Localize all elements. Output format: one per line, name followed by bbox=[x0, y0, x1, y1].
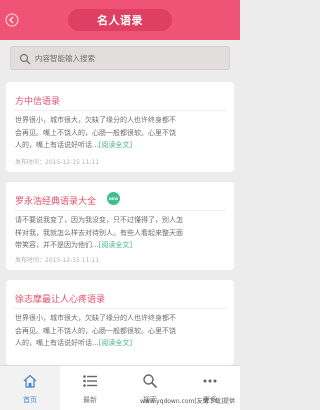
back-arrow-icon[interactable] bbox=[5, 13, 19, 27]
quote-card[interactable]: 方中信语录 世界很小，城市很大，欠缺了缘分的人也许终身都不 会再见。嘴上不饶人的… bbox=[6, 82, 234, 172]
app-header: 名人语录 bbox=[0, 0, 240, 40]
tab-label: 最新 bbox=[83, 396, 97, 404]
more-icon bbox=[203, 379, 217, 383]
watermark: www.yqdown.com[友情下载]提供 bbox=[140, 398, 236, 405]
tab-label: 首页 bbox=[23, 396, 37, 404]
card-title[interactable]: 方中信语录 bbox=[15, 94, 60, 107]
excerpt-line: 人的，嘴上有话说好听话... bbox=[15, 141, 99, 149]
publish-date: 发布时间：2015-12-15 11:11 bbox=[15, 159, 100, 166]
list-icon bbox=[83, 375, 97, 387]
card-excerpt: 世界很小，城市很大，欠缺了缘分的人也许终身都不 会再见。嘴上不饶人的，心肠一般都… bbox=[15, 312, 227, 350]
divider bbox=[14, 210, 226, 211]
publish-date: 发布时间：2015-12-15 11:11 bbox=[15, 257, 100, 264]
divider bbox=[14, 308, 226, 309]
excerpt-line: 带笑容，并不是因为他们... bbox=[15, 241, 99, 249]
card-excerpt: 世界很小，城市很大，欠缺了缘分的人也许终身都不 会再见。嘴上不饶人的，心肠一般都… bbox=[15, 114, 227, 152]
quote-card[interactable]: 罗永浩经典语录大全 NEW 请不要说我变了，因为我没变，只不过懂得了，别人怎 样… bbox=[6, 182, 234, 270]
excerpt-line: 请不要说我变了，因为我没变，只不过懂得了，别人怎 bbox=[15, 216, 183, 224]
search-icon bbox=[143, 374, 158, 389]
search-icon bbox=[19, 53, 31, 65]
excerpt-line: 会再见。嘴上不饶人的，心肠一般都很软。心里不饶 bbox=[15, 326, 176, 335]
read-more-link[interactable]: [阅读全文] bbox=[99, 141, 132, 149]
excerpt-line: 会再见。嘴上不饶人的，心肠一般都很软。心里不饶 bbox=[15, 128, 176, 137]
search-bar[interactable] bbox=[10, 46, 230, 70]
card-title[interactable]: 罗永浩经典语录大全 bbox=[15, 194, 96, 207]
card-title[interactable]: 徐志摩最让人心疼语录 bbox=[15, 292, 105, 305]
new-badge: NEW bbox=[107, 192, 120, 205]
page-title: 名人语录 bbox=[68, 9, 172, 31]
excerpt-line: 世界很小，城市很大，欠缺了缘分的人也许终身都不 bbox=[15, 116, 176, 124]
card-excerpt: 请不要说我变了，因为我没变，只不过懂得了，别人怎 样对我，我就怎么样去对待别人。… bbox=[15, 214, 227, 252]
read-more-link[interactable]: [阅读全文] bbox=[99, 339, 132, 347]
quote-card[interactable]: 徐志摩最让人心疼语录 世界很小，城市很大，欠缺了缘分的人也许终身都不 会再见。嘴… bbox=[6, 280, 234, 365]
search-input[interactable] bbox=[35, 49, 225, 67]
read-more-link[interactable]: [阅读全文] bbox=[99, 241, 132, 249]
excerpt-line: 人的，嘴上有话说好听话... bbox=[15, 339, 99, 347]
tab-latest[interactable]: 最新 bbox=[60, 366, 120, 410]
home-icon bbox=[23, 374, 37, 388]
divider bbox=[14, 110, 226, 111]
excerpt-line: 世界很小，城市很大，欠缺了缘分的人也许终身都不 bbox=[15, 314, 176, 322]
tab-home[interactable]: 首页 bbox=[0, 366, 60, 410]
excerpt-line: 样对我，我就怎么样去对待别人。有些人看起来整天面 bbox=[15, 228, 183, 237]
